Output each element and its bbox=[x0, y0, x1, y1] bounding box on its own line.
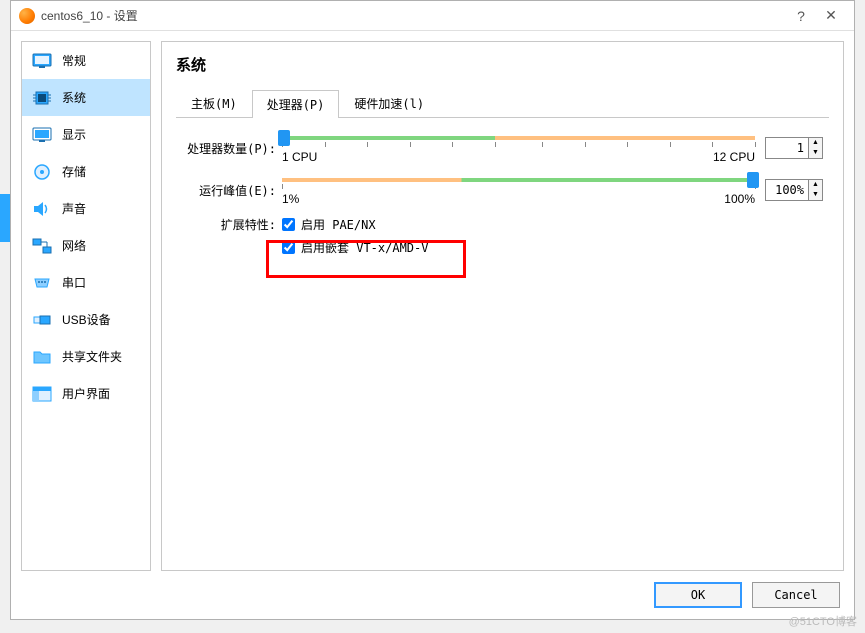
nested-vt-checkbox[interactable] bbox=[282, 241, 295, 254]
cpu-count-input[interactable] bbox=[766, 141, 808, 155]
speaker-icon bbox=[32, 201, 52, 217]
cpu-count-spinner[interactable]: ▲▼ bbox=[765, 137, 823, 159]
sidebar-item-network[interactable]: 网络 bbox=[22, 227, 150, 264]
tab-acceleration[interactable]: 硬件加速(l) bbox=[339, 89, 439, 117]
cpu-count-slider[interactable] bbox=[282, 132, 755, 142]
exec-cap-spinner[interactable]: ▲▼ bbox=[765, 179, 823, 201]
cpu-slider-handle[interactable] bbox=[278, 130, 290, 146]
exec-max-label: 100% bbox=[724, 192, 755, 206]
tab-processor[interactable]: 处理器(P) bbox=[252, 90, 340, 118]
spin-down-icon[interactable]: ▼ bbox=[809, 190, 822, 200]
disk-icon bbox=[32, 164, 52, 180]
display-icon bbox=[32, 127, 52, 143]
pae-checkbox[interactable] bbox=[282, 218, 295, 231]
cpu-count-label: 处理器数量(P): bbox=[182, 140, 282, 157]
content-panel: 系统 主板(M) 处理器(P) 硬件加速(l) 处理器数量(P): bbox=[161, 41, 844, 571]
window-title: centos6_10 - 设置 bbox=[41, 7, 786, 24]
serial-icon bbox=[32, 275, 52, 291]
sidebar-item-label: 声音 bbox=[62, 200, 86, 217]
spin-down-icon[interactable]: ▼ bbox=[809, 148, 822, 158]
sidebar-item-label: 用户界面 bbox=[62, 385, 110, 402]
spin-up-icon[interactable]: ▲ bbox=[809, 138, 822, 148]
sidebar-item-general[interactable]: 常规 bbox=[22, 42, 150, 79]
folder-icon bbox=[32, 349, 52, 365]
sidebar-item-label: 共享文件夹 bbox=[62, 348, 122, 365]
pae-label: 启用 PAE/NX bbox=[301, 216, 376, 233]
sidebar-item-label: 串口 bbox=[62, 274, 86, 291]
exec-cap-slider[interactable] bbox=[282, 174, 755, 184]
settings-window: centos6_10 - 设置 ? ✕ 常规 系统 显示 存储 bbox=[10, 0, 855, 620]
spin-up-icon[interactable]: ▲ bbox=[809, 180, 822, 190]
sidebar-item-user-interface[interactable]: 用户界面 bbox=[22, 375, 150, 412]
chip-icon bbox=[32, 90, 52, 106]
ui-icon bbox=[32, 386, 52, 402]
close-button[interactable]: ✕ bbox=[816, 7, 846, 24]
sidebar-item-serial[interactable]: 串口 bbox=[22, 264, 150, 301]
sidebar-item-display[interactable]: 显示 bbox=[22, 116, 150, 153]
section-title: 系统 bbox=[176, 54, 829, 75]
cpu-min-label: 1 CPU bbox=[282, 150, 317, 164]
network-icon bbox=[32, 238, 52, 254]
tab-motherboard[interactable]: 主板(M) bbox=[176, 89, 252, 117]
sidebar-item-label: 系统 bbox=[62, 89, 86, 106]
sidebar-item-label: 存储 bbox=[62, 163, 86, 180]
sidebar-item-label: USB设备 bbox=[62, 311, 111, 328]
sidebar-item-shared-folders[interactable]: 共享文件夹 bbox=[22, 338, 150, 375]
monitor-icon bbox=[32, 53, 52, 69]
sidebar-item-label: 常规 bbox=[62, 52, 86, 69]
sidebar-item-usb[interactable]: USB设备 bbox=[22, 301, 150, 338]
sidebar-item-label: 显示 bbox=[62, 126, 86, 143]
sidebar: 常规 系统 显示 存储 声音 网络 bbox=[21, 41, 151, 571]
sidebar-item-label: 网络 bbox=[62, 237, 86, 254]
titlebar: centos6_10 - 设置 ? ✕ bbox=[11, 1, 854, 31]
sidebar-item-system[interactable]: 系统 bbox=[22, 79, 150, 116]
exec-cap-input[interactable] bbox=[766, 183, 808, 197]
footer: OK Cancel bbox=[11, 571, 854, 619]
ext-features-label: 扩展特性: bbox=[182, 216, 282, 233]
sidebar-item-storage[interactable]: 存储 bbox=[22, 153, 150, 190]
usb-icon bbox=[32, 312, 52, 328]
exec-min-label: 1% bbox=[282, 192, 299, 206]
tabs: 主板(M) 处理器(P) 硬件加速(l) bbox=[176, 89, 829, 118]
watermark: @51CTO博客 bbox=[789, 613, 857, 629]
exec-cap-label: 运行峰值(E): bbox=[182, 182, 282, 199]
app-icon bbox=[19, 8, 35, 24]
cpu-max-label: 12 CPU bbox=[713, 150, 755, 164]
exec-slider-handle[interactable] bbox=[747, 172, 759, 188]
ok-button[interactable]: OK bbox=[654, 582, 742, 608]
nested-vt-label: 启用嵌套 VT-x/AMD-V bbox=[301, 239, 428, 256]
cancel-button[interactable]: Cancel bbox=[752, 582, 840, 608]
sidebar-item-audio[interactable]: 声音 bbox=[22, 190, 150, 227]
help-button[interactable]: ? bbox=[786, 8, 816, 24]
left-blue-strip bbox=[0, 194, 10, 242]
